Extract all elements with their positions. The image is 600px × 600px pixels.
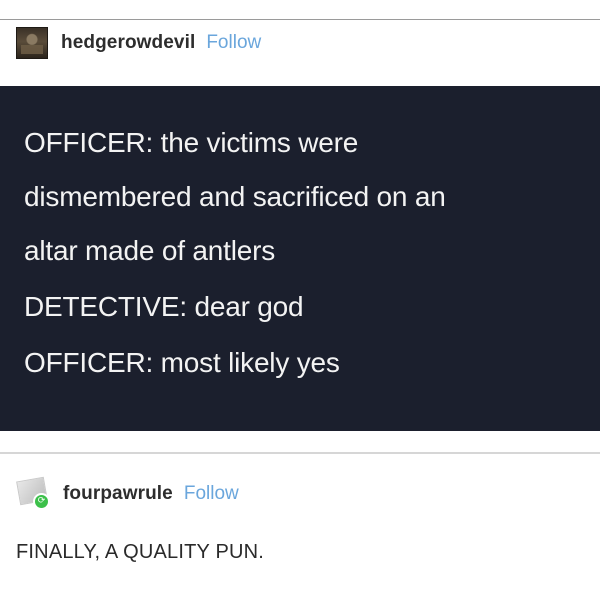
dialogue-line: dismembered and sacrificed on an xyxy=(24,181,446,212)
username-link[interactable]: hedgerowdevil xyxy=(61,32,195,54)
dialogue-line: altar made of antlers xyxy=(24,235,276,266)
screenshot-frame: hedgerowdevil Follow OFFICER: the victim… xyxy=(0,0,600,600)
avatar[interactable] xyxy=(16,27,48,59)
dialogue-line: DETECTIVE: dear god xyxy=(24,291,304,322)
top-divider xyxy=(0,19,600,20)
dialogue-line: OFFICER: most likely yes xyxy=(24,347,340,378)
reblog-icon: ⟳ xyxy=(33,493,50,510)
dialogue-line: OFFICER: the victims were xyxy=(24,127,359,158)
reply-header: ⟳ fourpawrule Follow xyxy=(16,476,239,511)
follow-button[interactable]: Follow xyxy=(184,483,239,505)
post-divider xyxy=(0,452,600,454)
follow-button[interactable]: Follow xyxy=(206,32,261,54)
post-header: hedgerowdevil Follow xyxy=(16,27,261,59)
avatar-detail xyxy=(21,45,43,54)
quote-text-panel: OFFICER: the victims were dismembered an… xyxy=(0,86,600,431)
avatar[interactable]: ⟳ xyxy=(16,476,50,511)
reply-text: FINALLY, A QUALITY PUN. xyxy=(16,541,265,563)
username-link[interactable]: fourpawrule xyxy=(63,483,173,505)
